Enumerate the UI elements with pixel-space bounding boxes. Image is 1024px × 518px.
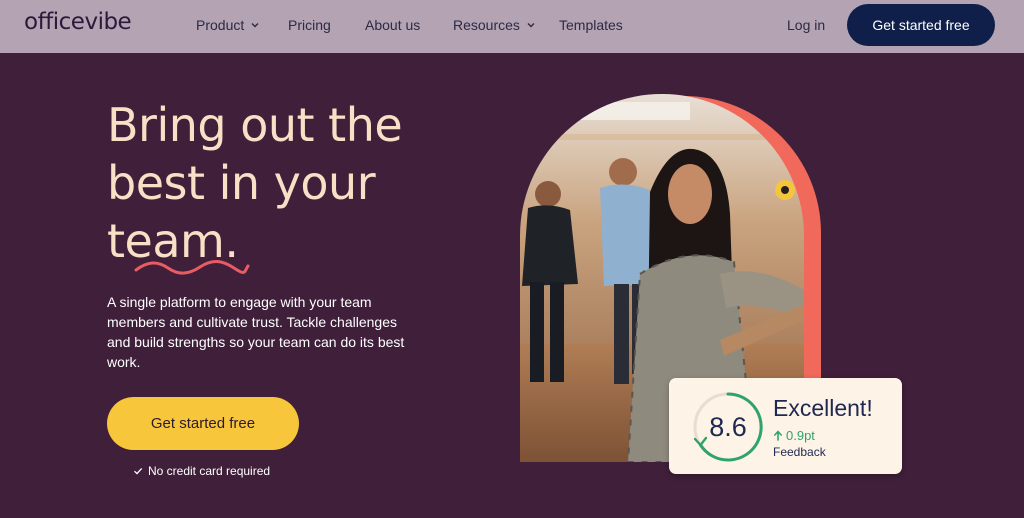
chevron-down-icon xyxy=(527,23,535,28)
nav-get-started-button[interactable]: Get started free xyxy=(847,4,995,46)
nav-item-label: Pricing xyxy=(288,17,331,33)
score-delta: 0.9pt xyxy=(773,428,815,443)
nav-item-label: Product xyxy=(196,17,245,33)
nav-item-label: Templates xyxy=(559,17,623,33)
arrow-up-icon xyxy=(774,430,782,441)
officevibe-logo[interactable]: officevibe xyxy=(24,9,132,35)
nav-item-resources[interactable]: Resources xyxy=(453,17,536,33)
login-link[interactable]: Log in xyxy=(787,17,825,33)
no-credit-card-note: No credit card required xyxy=(133,464,270,478)
hero-description: A single platform to engage with your te… xyxy=(107,294,405,370)
squiggle-underline-decoration xyxy=(134,260,250,275)
score-category-label: Feedback xyxy=(773,445,826,459)
nav-item-label: Resources xyxy=(453,17,520,33)
nav-item-label: About us xyxy=(365,17,421,33)
nav-item-product[interactable]: Product xyxy=(196,17,260,33)
hero-get-started-button[interactable]: Get started free xyxy=(107,397,299,450)
nav-item-about-us[interactable]: About us xyxy=(365,17,420,33)
nav-item-pricing[interactable]: Pricing xyxy=(288,17,331,33)
hero-headline: Bring out the best in your team. xyxy=(107,96,403,270)
score-value: 8.6 xyxy=(709,412,747,442)
check-icon xyxy=(134,467,143,475)
top-navigation: officevibe Product Pricing About us Reso… xyxy=(0,0,1024,53)
score-rating: Excellent! xyxy=(773,395,873,421)
headline-line: Bring out the xyxy=(107,98,403,152)
headline-line: best in your xyxy=(107,156,376,210)
delta-value: 0.9pt xyxy=(786,428,815,443)
feedback-score-card: 8.6 Excellent! 0.9pt Feedback xyxy=(669,378,902,474)
nav-item-templates[interactable]: Templates xyxy=(559,17,623,33)
note-text: No credit card required xyxy=(148,464,271,478)
chevron-down-icon xyxy=(251,23,259,28)
